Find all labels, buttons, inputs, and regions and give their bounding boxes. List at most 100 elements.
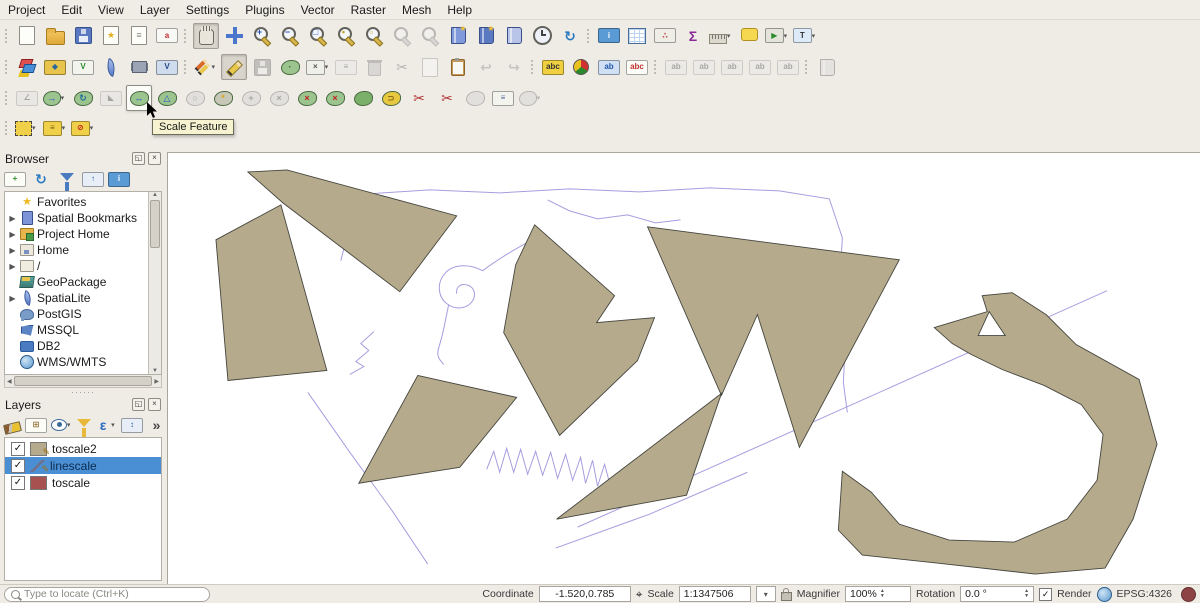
vertex-tool-dropdown-arrow[interactable]: ▾	[325, 63, 330, 71]
select-features-button[interactable]: ▾	[14, 115, 40, 141]
new-temporary-scratch-layer-button[interactable]	[126, 54, 152, 80]
toggle-editing-button[interactable]	[221, 54, 247, 80]
vertex-tool-button[interactable]: ×▾	[305, 54, 331, 80]
select-features-by-value-dropdown-arrow[interactable]: ▾	[62, 124, 67, 132]
zoom-to-layer-button[interactable]: ▫	[361, 23, 387, 49]
toolbar-drag-handle[interactable]	[4, 90, 9, 106]
toolbar-drag-handle[interactable]	[4, 120, 9, 136]
expander-icon[interactable]: ▶	[8, 294, 17, 303]
new-print-layout-button[interactable]: ★	[98, 23, 124, 49]
magnifier-spinbox[interactable]: 100% ▲▼	[845, 586, 911, 602]
toolbar-drag-handle[interactable]	[804, 59, 809, 75]
toolbar-drag-handle[interactable]	[653, 59, 658, 75]
deselect-features-button[interactable]: ⊘▾	[70, 115, 96, 141]
run-feature-action-dropdown-arrow[interactable]: ▾	[784, 32, 789, 40]
layer-labeling-options-button[interactable]: abc	[540, 54, 566, 80]
browser-item-wms-wmts[interactable]: WMS/WMTS	[5, 354, 149, 370]
layer-item-toscale2[interactable]: ✓✎toscale2	[5, 440, 161, 457]
reshape-features-button[interactable]	[350, 85, 376, 111]
open-field-calculator-button[interactable]: ∴	[652, 23, 678, 49]
menu-layer[interactable]: Layer	[132, 2, 178, 18]
temporal-controller-button[interactable]	[529, 23, 555, 49]
layer-item-linescale[interactable]: ✓✎linescale	[5, 457, 161, 474]
layers-float-button[interactable]: ◱	[132, 398, 145, 411]
manage-map-themes-button[interactable]: ▾	[50, 413, 74, 437]
rotate-feature-button[interactable]: ↻	[70, 85, 96, 111]
browser-vertical-scrollbar[interactable]: ▲▼	[148, 192, 161, 374]
browser-float-button[interactable]: ◱	[132, 152, 145, 165]
browser-item-db2[interactable]: DB2	[5, 338, 149, 354]
render-checkbox[interactable]: ✓	[1039, 588, 1052, 601]
toolbar-drag-handle[interactable]	[4, 59, 9, 75]
pan-to-selection-button[interactable]	[221, 23, 247, 49]
browser-refresh-button[interactable]: ↻	[29, 167, 53, 191]
rotation-spin-arrows[interactable]: ▲▼	[1024, 589, 1029, 600]
new-virtual-layer-button[interactable]: V	[154, 54, 180, 80]
toggle-unplaced-labels-button[interactable]: abc	[624, 54, 650, 80]
run-feature-action-button[interactable]: ▶▾	[764, 23, 790, 49]
zoom-to-selection-button[interactable]: ▪	[333, 23, 359, 49]
panel-splitter[interactable]: ······	[0, 388, 166, 396]
browser-properties-button[interactable]: i	[107, 167, 131, 191]
browser-item-spatial-bookmarks[interactable]: ▶Spatial Bookmarks	[5, 210, 149, 226]
browser-item--[interactable]: ▶/	[5, 258, 149, 274]
manage-map-themes-dropdown-arrow[interactable]: ▾	[67, 421, 73, 429]
measure-dropdown-arrow[interactable]: ▾	[727, 32, 733, 40]
open-data-source-manager-button[interactable]	[14, 54, 40, 80]
browser-add-layer-button[interactable]: +	[3, 167, 27, 191]
identify-features-button[interactable]: i	[596, 23, 622, 49]
zoom-in-button[interactable]: +	[249, 23, 275, 49]
browser-item-spatialite[interactable]: ▶SpatiaLite	[5, 290, 149, 306]
new-geopackage-layer-button[interactable]: ◆	[42, 54, 68, 80]
expander-icon[interactable]: ▶	[8, 214, 17, 223]
open-layer-styling-button[interactable]	[3, 413, 22, 437]
expand-collapse-button[interactable]: ↕	[120, 413, 144, 437]
menu-edit[interactable]: Edit	[53, 2, 90, 18]
split-parts-button[interactable]: ✂	[434, 85, 460, 111]
delete-part-button[interactable]: ×	[322, 85, 348, 111]
rotation-spinbox[interactable]: 0.0 ° ▲▼	[960, 586, 1034, 602]
filter-by-expression-button[interactable]: ε▾	[94, 413, 118, 437]
menu-settings[interactable]: Settings	[178, 2, 237, 18]
toolbar-drag-handle[interactable]	[4, 28, 9, 44]
toolbar-drag-handle[interactable]	[183, 59, 188, 75]
new-project-button[interactable]	[14, 23, 40, 49]
split-features-button[interactable]: ✂	[406, 85, 432, 111]
add-polygon-feature-button[interactable]: ·	[277, 54, 303, 80]
browser-collapse-all-button[interactable]: ↑	[81, 167, 105, 191]
browser-item-home[interactable]: ▶Home	[5, 242, 149, 258]
fill-ring-button[interactable]: *	[210, 85, 236, 111]
filter-legend-button[interactable]	[76, 413, 92, 437]
open-attribute-table-button[interactable]	[624, 23, 650, 49]
toolbar-drag-handle[interactable]	[530, 59, 535, 75]
scale-combobox[interactable]: 1:1347506	[679, 586, 751, 602]
show-spatial-bookmarks-button[interactable]: ★	[473, 23, 499, 49]
browser-item-postgis[interactable]: PostGIS	[5, 306, 149, 322]
zoom-full-button[interactable]: □	[305, 23, 331, 49]
menu-view[interactable]: View	[90, 2, 132, 18]
add-group-button[interactable]: ⊞	[24, 413, 48, 437]
layer-visibility-checkbox[interactable]: ✓	[11, 459, 25, 473]
extents-toggle-icon[interactable]: ⌖	[636, 587, 643, 602]
menu-help[interactable]: Help	[439, 2, 480, 18]
expander-icon[interactable]: ▶	[8, 246, 17, 255]
magnifier-spin-arrows[interactable]: ▲▼	[880, 589, 885, 600]
messages-button[interactable]	[1181, 587, 1196, 602]
show-statistical-summary-button[interactable]: Σ	[680, 23, 706, 49]
refresh-map-button[interactable]: ↻	[557, 23, 583, 49]
expander-icon[interactable]: ▶	[8, 230, 17, 239]
zoom-out-button[interactable]: −	[277, 23, 303, 49]
toolbar-drag-handle[interactable]	[183, 28, 188, 44]
browser-item-geopackage[interactable]: GeoPackage	[5, 274, 149, 290]
simplify-feature-button[interactable]: △	[154, 85, 180, 111]
menu-vector[interactable]: Vector	[293, 2, 343, 18]
layers-close-button[interactable]: ×	[148, 398, 161, 411]
menu-project[interactable]: Project	[0, 2, 53, 18]
delete-ring-button[interactable]: ×	[294, 85, 320, 111]
layer-visibility-checkbox[interactable]: ✓	[11, 442, 25, 456]
expander-icon[interactable]: ▶	[8, 262, 17, 271]
menu-plugins[interactable]: Plugins	[237, 2, 292, 18]
lock-scale-icon[interactable]	[781, 592, 792, 601]
deselect-features-dropdown-arrow[interactable]: ▾	[90, 124, 95, 132]
browser-item-mssql[interactable]: MSSQL	[5, 322, 149, 338]
